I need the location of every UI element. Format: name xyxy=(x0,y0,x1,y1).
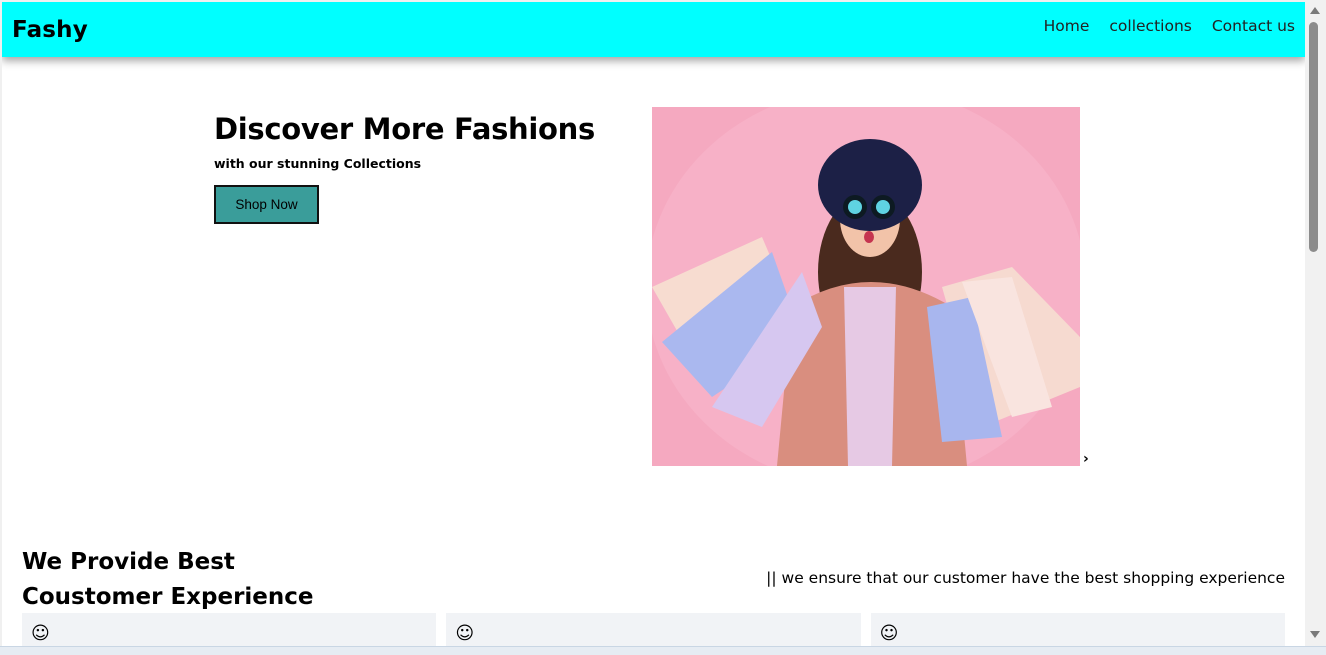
smiley-icon: ☺ xyxy=(31,623,50,644)
carousel-next-icon[interactable]: › xyxy=(1083,451,1089,467)
brand-logo[interactable]: Fashy xyxy=(12,17,88,43)
features-title: We Provide Best Coustomer Experience xyxy=(22,545,352,615)
window-bottom-edge xyxy=(0,646,1326,655)
nav-link-home[interactable]: Home xyxy=(1044,17,1090,35)
smiley-icon: ☺ xyxy=(455,623,475,644)
scroll-up-icon[interactable] xyxy=(1310,7,1320,14)
shop-now-button[interactable]: Shop Now xyxy=(214,185,319,224)
smiley-icon: ☺ xyxy=(879,623,899,644)
scroll-down-icon[interactable] xyxy=(1310,631,1320,638)
feature-card: ☺ xyxy=(870,613,1285,646)
features-title-line1: We Provide Best xyxy=(22,549,235,575)
feature-card: ☺ xyxy=(22,613,437,646)
shopping-woman-illustration xyxy=(652,107,1080,466)
scrollbar-thumb[interactable] xyxy=(1309,22,1318,252)
features-tagline: || we ensure that our customer have the … xyxy=(766,569,1285,587)
hero-title: Discover More Fashions xyxy=(214,112,595,146)
navbar: Fashy Home collections Contact us xyxy=(2,2,1305,57)
nav-links: Home collections Contact us xyxy=(1044,17,1295,35)
vertical-scrollbar[interactable] xyxy=(1305,0,1326,646)
feature-card: ☺ xyxy=(446,613,861,646)
hero-image xyxy=(652,107,1080,466)
page-viewport: Fashy Home collections Contact us Discov… xyxy=(2,2,1305,646)
hero-subtitle: with our stunning Collections xyxy=(214,156,422,171)
nav-link-contact[interactable]: Contact us xyxy=(1212,17,1295,35)
feature-cards: ☺ ☺ ☺ xyxy=(22,613,1285,646)
features-title-line2: Coustomer Experience xyxy=(22,584,314,610)
nav-link-collections[interactable]: collections xyxy=(1109,17,1191,35)
